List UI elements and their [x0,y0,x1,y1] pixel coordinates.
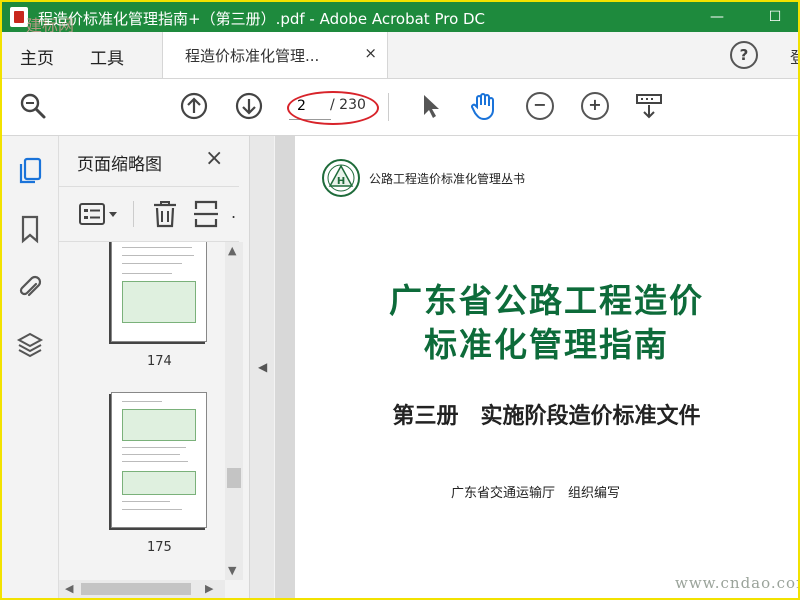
scrollbar-thumb[interactable] [81,583,191,595]
tab-close-icon[interactable]: × [364,44,377,62]
maximize-button[interactable]: ☐ [760,4,790,30]
scroll-left-icon[interactable]: ◀ [65,582,73,595]
panel-toolbar: . [59,186,239,242]
zoom-out-button[interactable]: − [526,92,554,120]
sign-in-link[interactable]: 登 [790,44,798,68]
scroll-up-icon[interactable]: ▲ [228,244,236,257]
toolbar-divider [388,93,389,121]
search-zoom-icon[interactable] [18,91,48,121]
thumbnail-page-174[interactable] [111,242,207,342]
attachments-icon[interactable] [16,272,44,302]
thumbnail-page-number: 174 [147,354,172,369]
thumbnail-vertical-scrollbar[interactable]: ▲ ▼ [225,242,243,580]
volume-subtitle: 第三册 实施阶段造价标准文件 [392,403,701,429]
thumbnail-list: 174 175 [59,242,227,580]
thumbnail-options-icon[interactable] [77,200,123,228]
thumbnail-text-line [122,247,192,248]
site-watermark: www.cndao.com [675,574,800,592]
acrobat-window: 建标网 程造价标准化管理指南+（第三册）.pdf - Adobe Acrobat… [0,0,800,600]
next-page-icon[interactable] [234,91,264,121]
tab-home[interactable]: 主页 [20,44,54,69]
tab-document-label: 程造价标准化管理... [185,47,320,65]
thumbnail-table [122,471,196,495]
book-series-label: 公路工程造价标准化管理丛书 [369,172,526,186]
window-title: 程造价标准化管理指南+（第三册）.pdf - Adobe Acrobat Pro… [38,10,486,28]
select-arrow-icon[interactable] [416,91,446,121]
panel-divider [133,201,134,227]
pdf-page: H 公路工程造价标准化管理丛书 广东省公路工程造价 标准化管理指南 第三册 实施… [295,136,798,598]
thumbnail-text-line [122,447,186,448]
delete-page-icon[interactable] [151,199,179,229]
thumbnail-text-line [122,509,182,510]
zoom-in-button[interactable]: + [581,92,609,120]
layers-icon[interactable] [16,330,44,360]
hand-tool-icon[interactable] [468,91,498,121]
svg-text:H: H [337,176,345,187]
panel-title: 页面缩略图 [77,155,162,175]
thumbnail-page-175[interactable] [111,392,207,528]
bookmarks-icon[interactable] [16,214,44,244]
scroll-mode-icon[interactable] [634,91,664,121]
document-title-line-1: 广东省公路工程造价 [389,281,704,320]
more-tools-icon[interactable]: . [231,203,236,222]
page-thumbnails-panel: 页面缩略图 × . 174 175 ▲ ▼ ◀ ▶ [59,136,250,598]
tab-document[interactable]: 程造价标准化管理... × [162,32,388,78]
thumbnail-table [122,281,196,323]
page-thumbnails-icon[interactable] [16,156,44,186]
navigation-rail [2,136,59,598]
panel-close-icon[interactable]: × [205,146,223,171]
publisher-label: 广东省交通运输厅 组织编写 [451,486,621,501]
thumbnail-text-line [122,501,170,502]
collapse-arrow-icon[interactable]: ◀ [258,360,267,374]
scroll-down-icon[interactable]: ▼ [228,564,236,577]
previous-page-icon[interactable] [179,91,209,121]
tab-tools[interactable]: 工具 [90,44,124,69]
help-icon[interactable]: ? [730,41,758,69]
thumbnail-text-line [122,255,194,256]
highway-emblem-icon: H [322,159,360,197]
tab-row: 主页 工具 程造价标准化管理... × ? 登 [2,32,798,79]
thumbnail-table [122,409,196,441]
title-bar: 建标网 程造价标准化管理指南+（第三册）.pdf - Adobe Acrobat… [2,2,798,35]
thumbnail-text-line [122,461,188,462]
thumbnail-text-line [122,401,162,402]
thumbnail-page-number: 175 [147,540,172,555]
scroll-right-icon[interactable]: ▶ [205,582,213,595]
thumbnail-text-line [122,454,180,455]
document-view[interactable]: H 公路工程造价标准化管理丛书 广东省公路工程造价 标准化管理指南 第三册 实施… [275,136,798,598]
minimize-button[interactable]: — [702,4,732,30]
thumbnail-horizontal-scrollbar[interactable]: ◀ ▶ [59,580,225,598]
main-toolbar: / 230 − + [2,79,798,136]
thumbnail-text-line [122,263,182,264]
scrollbar-thumb[interactable] [227,468,241,488]
panel-collapse-bar[interactable]: ◀ [250,136,274,598]
extract-pages-icon[interactable] [193,199,219,229]
annotation-ellipse [287,91,379,125]
document-title-line-2: 标准化管理指南 [424,325,669,364]
thumbnail-text-line [122,273,172,274]
